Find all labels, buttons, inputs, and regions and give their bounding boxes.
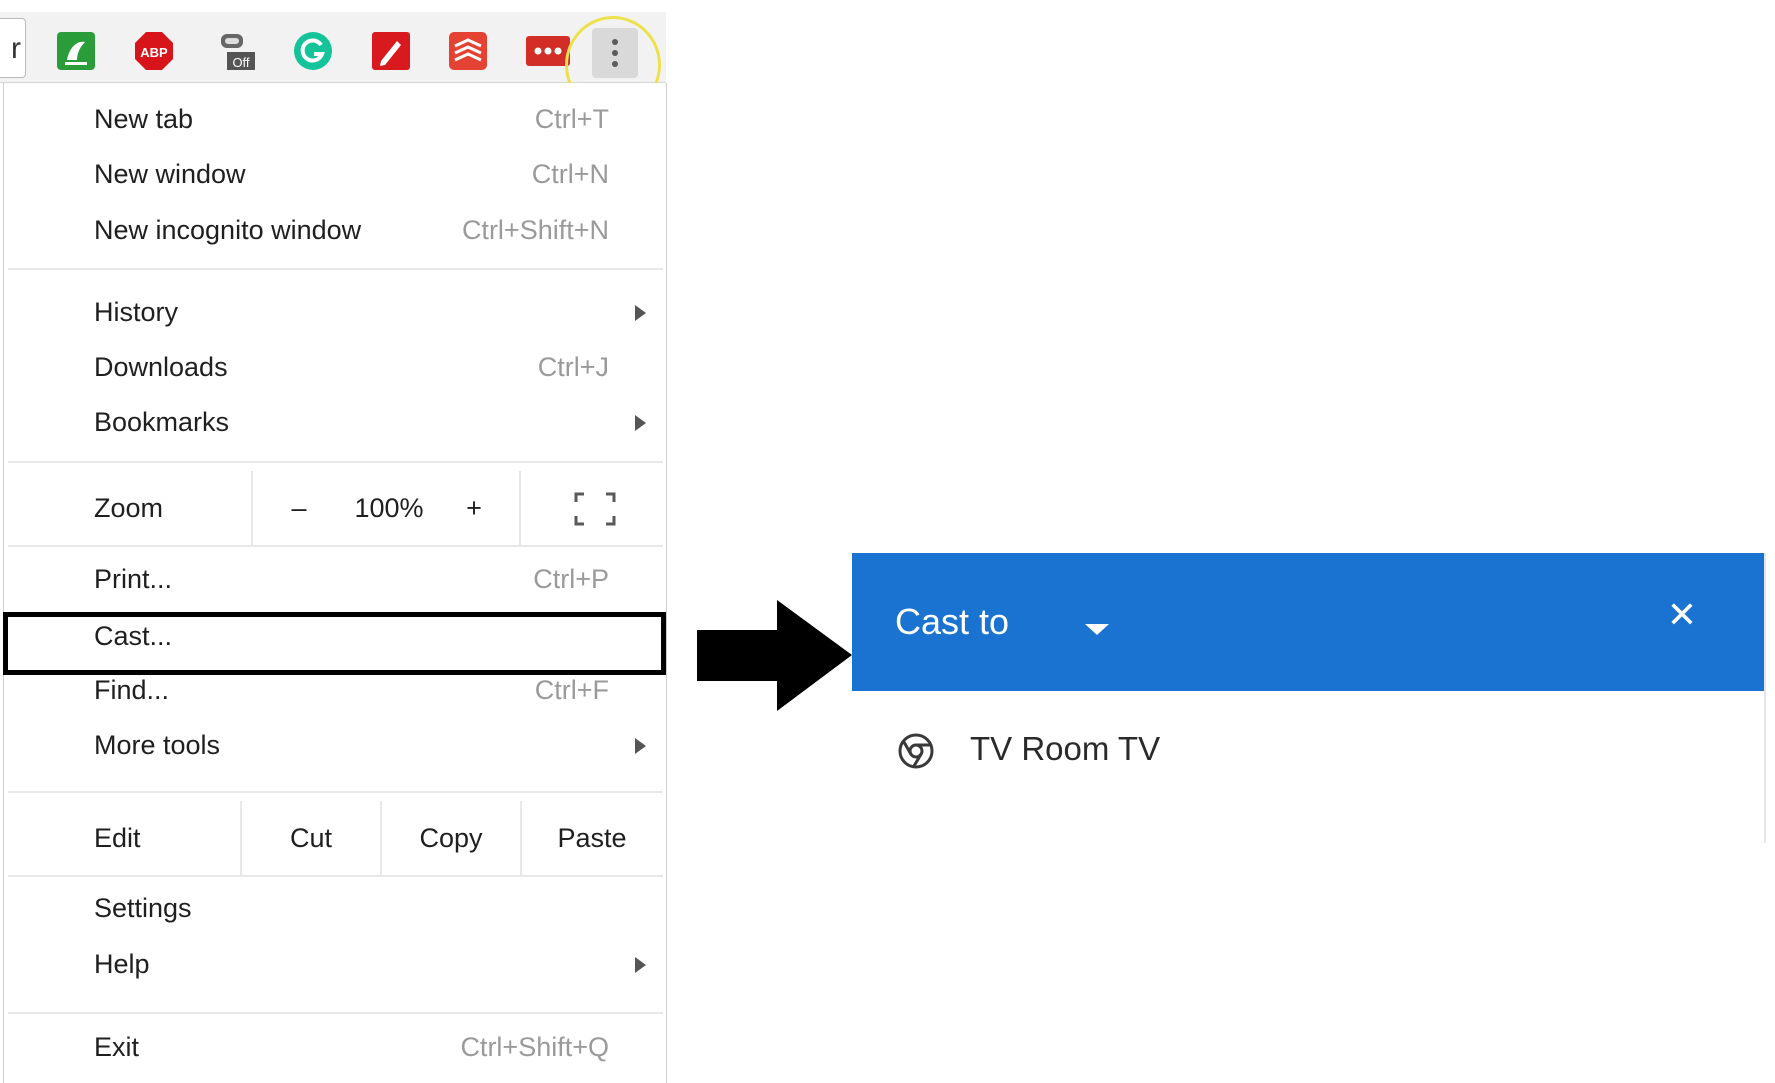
menu-divider [8, 1012, 663, 1014]
menu-label: History [94, 297, 179, 327]
submenu-arrow-icon [635, 415, 646, 431]
menu-label: Downloads [94, 352, 228, 382]
menu-item-print[interactable]: Print... Ctrl+P [4, 554, 666, 604]
adblock-plus-icon[interactable]: ABP [133, 30, 175, 72]
svg-text:ABP: ABP [140, 45, 168, 60]
menu-divider [8, 875, 663, 877]
svg-text:Off: Off [232, 55, 249, 70]
menu-label: New incognito window [94, 215, 362, 245]
menu-shortcut: Ctrl+N [531, 159, 609, 189]
extension-off-icon[interactable]: Off [213, 30, 255, 72]
zoom-row: Zoom – 100% + [4, 471, 666, 545]
chrome-cast-icon [898, 733, 934, 769]
menu-shortcut: Ctrl+Shift+Q [460, 1032, 609, 1062]
cast-dialog: Cast to ✕ TV Room TV [852, 553, 1766, 843]
evernote-icon[interactable] [55, 30, 97, 72]
menu-divider [8, 268, 663, 270]
cast-source-dropdown-icon[interactable] [1085, 624, 1109, 635]
menu-label: New window [94, 159, 246, 189]
todoist-icon[interactable] [447, 30, 489, 72]
menu-shortcut: Ctrl+P [533, 564, 609, 594]
zoom-divider [251, 471, 253, 545]
menu-shortcut: Ctrl+T [534, 104, 609, 134]
paste-button[interactable]: Paste [522, 813, 662, 863]
menu-item-downloads[interactable]: Downloads Ctrl+J [4, 342, 666, 392]
menu-label: New tab [94, 104, 194, 134]
menu-item-exit[interactable]: Exit Ctrl+Shift+Q [4, 1022, 666, 1072]
menu-divider [8, 461, 663, 463]
cast-header: Cast to ✕ [852, 553, 1764, 691]
edit-label: Edit [94, 823, 141, 853]
menu-divider [8, 791, 663, 793]
pen-icon[interactable] [370, 30, 412, 72]
zoom-divider [519, 471, 521, 545]
browser-toolbar: r ABP Off [0, 12, 666, 114]
menu-shortcut: Ctrl+Shift+N [461, 215, 609, 245]
zoom-out-button[interactable]: – [279, 483, 319, 533]
cut-button[interactable]: Cut [242, 813, 380, 863]
menu-item-history[interactable]: History [4, 287, 666, 337]
menu-item-settings[interactable]: Settings [4, 883, 666, 933]
menu-label: Help [94, 949, 150, 979]
omnibox-edge[interactable]: r [0, 18, 26, 78]
menu-item-new-tab[interactable]: New tab Ctrl+T [4, 94, 666, 144]
submenu-arrow-icon [635, 957, 646, 973]
menu-label: Exit [94, 1032, 140, 1062]
zoom-in-button[interactable]: + [454, 483, 494, 533]
close-icon[interactable]: ✕ [1660, 593, 1704, 637]
menu-divider [8, 545, 663, 547]
cast-sink-item[interactable]: TV Room TV [852, 713, 1764, 793]
zoom-level: 100% [354, 493, 424, 523]
menu-label: Settings [94, 893, 192, 923]
grammarly-icon[interactable] [292, 30, 334, 72]
cast-sink-name: TV Room TV [970, 730, 1161, 767]
submenu-arrow-icon [635, 738, 646, 754]
menu-item-new-incognito[interactable]: New incognito window Ctrl+Shift+N [4, 205, 666, 255]
copy-button[interactable]: Copy [382, 813, 520, 863]
menu-item-help[interactable]: Help [4, 939, 666, 989]
zoom-label: Zoom [94, 493, 164, 523]
menu-item-more-tools[interactable]: More tools [4, 720, 666, 770]
right-arrow-icon [697, 600, 852, 711]
cast-highlight-box [3, 612, 666, 675]
menu-label: More tools [94, 730, 221, 760]
edit-row: Edit Cut Copy Paste [4, 801, 666, 875]
chrome-menu: New tab Ctrl+T New window Ctrl+N New inc… [3, 83, 667, 1083]
menu-shortcut: Ctrl+J [537, 352, 609, 382]
menu-item-new-window[interactable]: New window Ctrl+N [4, 149, 666, 199]
submenu-arrow-icon [635, 305, 646, 321]
menu-label: Print... [94, 564, 173, 594]
fullscreen-icon[interactable] [574, 492, 616, 526]
menu-item-bookmarks[interactable]: Bookmarks [4, 397, 666, 447]
cast-title: Cast to [895, 601, 1010, 642]
menu-label: Bookmarks [94, 407, 230, 437]
